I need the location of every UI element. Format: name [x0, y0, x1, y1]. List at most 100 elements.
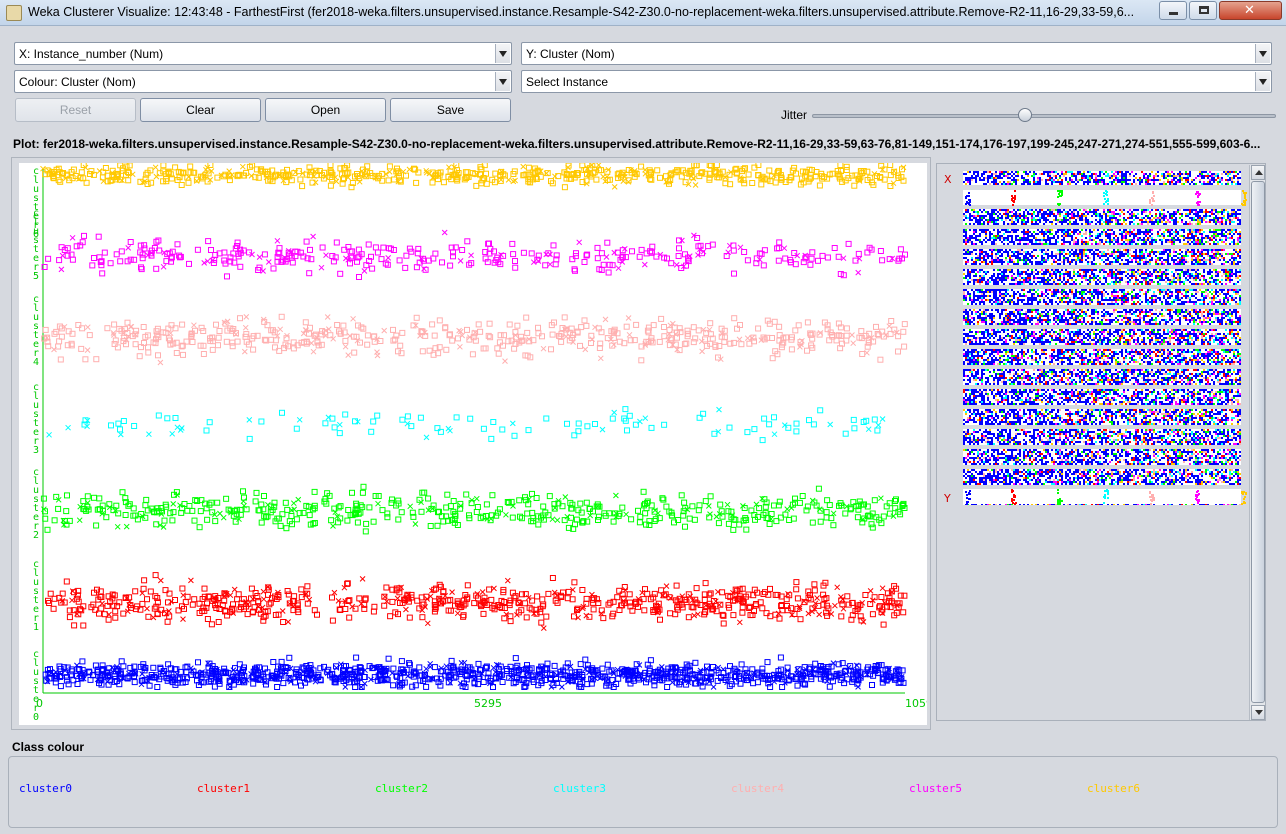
jitter-slider[interactable] [812, 114, 1276, 118]
data-point [690, 339, 697, 346]
strip-point [1077, 181, 1079, 183]
data-point [216, 328, 223, 334]
chevron-down-icon[interactable] [495, 72, 510, 91]
strip-point [1237, 179, 1239, 181]
strip-point [981, 179, 983, 181]
strip-point [1069, 177, 1071, 179]
strip-point [1021, 175, 1023, 177]
minimize-button[interactable] [1159, 1, 1187, 20]
strip-point [1189, 171, 1191, 173]
data-point [358, 324, 365, 331]
strip-point [1149, 201, 1151, 203]
strip-point [1173, 177, 1175, 179]
strip-point [1203, 177, 1205, 179]
data-point [539, 596, 546, 603]
data-point [398, 350, 405, 357]
strip-point [1171, 175, 1173, 177]
data-point [351, 349, 358, 356]
strip-point [1209, 181, 1211, 183]
open-button[interactable]: Open [265, 98, 386, 122]
data-point [577, 342, 583, 349]
attribute-strip[interactable] [963, 209, 1241, 225]
maximize-button[interactable] [1189, 1, 1217, 20]
data-point [120, 610, 127, 617]
data-point [398, 509, 405, 516]
select-instance-select[interactable]: Select Instance [521, 70, 1272, 93]
data-point [871, 497, 878, 504]
data-point [648, 424, 655, 431]
data-point [436, 317, 443, 324]
data-point [538, 619, 545, 626]
strip-point [1211, 183, 1213, 185]
strip-point [1015, 183, 1017, 185]
data-point [613, 492, 619, 499]
data-point [583, 322, 590, 329]
data-point [318, 264, 325, 271]
data-point [759, 605, 766, 612]
data-point [794, 682, 801, 689]
data-point [55, 177, 62, 184]
data-point [559, 684, 565, 690]
strip-point [1242, 190, 1244, 192]
data-point [131, 256, 138, 263]
scatter-plot[interactable]: c l u s t e r 0c l u s t e r 1c l u s t e r 2c l u s t e r 3c l u s t e r 4… [19, 163, 927, 725]
strip-point [1061, 192, 1063, 194]
attribute-matrix[interactable]: XY [938, 165, 1248, 719]
data-point [449, 589, 455, 595]
strip-point [1171, 179, 1173, 181]
strip-point [1177, 181, 1179, 183]
data-point [122, 512, 129, 518]
save-button[interactable]: Save [390, 98, 511, 122]
strip-point [1047, 173, 1049, 175]
strip-point [1027, 181, 1029, 183]
attribute-strip[interactable] [963, 190, 1247, 206]
y-axis-select[interactable]: Y: Cluster (Nom) [521, 42, 1272, 65]
chevron-down-icon[interactable] [495, 44, 510, 63]
strip-point [1219, 181, 1221, 183]
chevron-down-icon[interactable] [1255, 72, 1270, 91]
data-point [681, 499, 688, 506]
clear-button[interactable]: Clear [140, 98, 261, 122]
strip-point [1237, 183, 1239, 185]
data-point [304, 583, 311, 590]
data-point [345, 507, 352, 513]
strip-point [1153, 183, 1155, 185]
strip-point [1029, 171, 1031, 173]
data-point [117, 258, 124, 265]
strip-point [1053, 171, 1055, 173]
series-cluster6 [40, 163, 907, 191]
data-point [215, 342, 221, 349]
data-point [278, 313, 285, 320]
data-point [629, 248, 635, 255]
strip-point [993, 181, 995, 183]
data-point [232, 518, 239, 525]
data-point [511, 432, 518, 439]
data-point [707, 493, 714, 500]
strip-point [1163, 175, 1165, 177]
title-bar[interactable]: Weka Clusterer Visualize: 12:43:48 - Far… [0, 0, 1286, 26]
data-point [741, 249, 748, 255]
strip-point [1213, 175, 1215, 177]
x-tick-label: 10590 [905, 697, 927, 710]
data-point [838, 594, 844, 600]
data-point [626, 591, 633, 598]
chevron-down-icon[interactable] [1255, 44, 1270, 63]
data-point [120, 418, 127, 424]
attribute-strip[interactable] [963, 171, 1241, 185]
close-button[interactable]: ✕ [1219, 1, 1282, 20]
data-point [497, 332, 504, 339]
data-point [256, 254, 263, 260]
x-axis-select[interactable]: X: Instance_number (Num) [14, 42, 512, 65]
data-point [776, 332, 783, 339]
colour-select[interactable]: Colour: Cluster (Nom) [14, 70, 512, 93]
data-point [658, 315, 665, 322]
strip-point [1199, 175, 1201, 177]
reset-button[interactable]: Reset [15, 98, 136, 122]
data-point [306, 270, 313, 277]
strip-point [1227, 175, 1229, 177]
strip-point [1015, 171, 1017, 173]
strip-point [981, 175, 983, 177]
strip-point [1231, 183, 1233, 185]
strip-point [1219, 179, 1221, 181]
jitter-slider-thumb[interactable] [1018, 108, 1033, 122]
